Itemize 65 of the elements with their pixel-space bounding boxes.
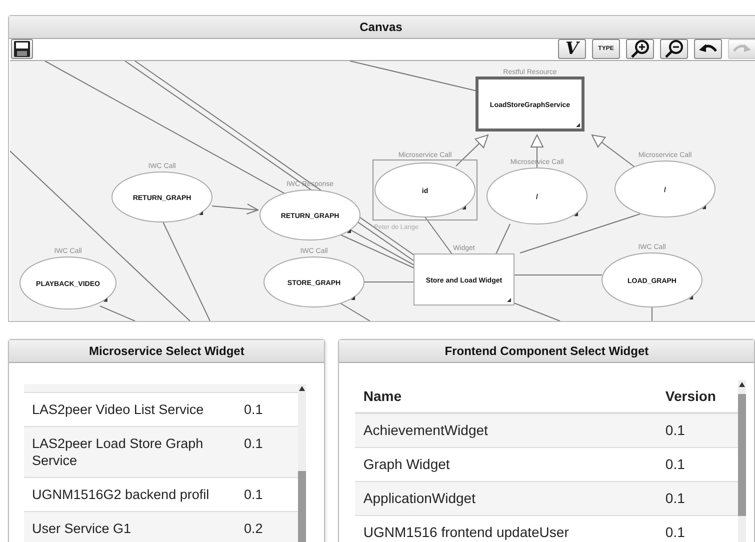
ellipse-node[interactable]	[264, 256, 364, 308]
resize-handle-icon[interactable]	[351, 296, 355, 300]
widget-node[interactable]	[414, 254, 514, 306]
ellipse-node[interactable]	[260, 190, 360, 240]
table-cell-text: LAS2peer Video List Service	[32, 401, 205, 418]
table-cell-text: AchievementWidget	[363, 422, 489, 439]
edge-line	[496, 224, 510, 254]
scroll-thumb[interactable]	[298, 471, 306, 542]
zoom-out-icon	[664, 39, 684, 59]
table-cell-text: UGNM1516G2 backend profil	[32, 486, 210, 503]
panel-title: Frontend Component Select Widget	[444, 344, 649, 358]
table-row[interactable]: User Service G1 0.2	[24, 512, 298, 542]
table-cell-text: UGNM1516 frontend updateUser	[363, 524, 570, 541]
column-header: Name	[363, 388, 403, 405]
table-row[interactable]: ApplicationWidget 0.1	[355, 482, 738, 516]
table-cell-text: LAS2peer Load Store Graph Service	[32, 435, 204, 469]
resize-handle-icon[interactable]	[103, 298, 108, 302]
resize-handle-icon[interactable]	[347, 229, 351, 233]
table-row[interactable]: UGNM1516G2 backend profil 0.1	[24, 478, 298, 512]
table-cell: 0.1	[244, 435, 263, 452]
table-row[interactable]: LAS2peer Video List Service 0.1	[24, 393, 298, 427]
table-cell: 0.2	[244, 520, 263, 537]
edge-line	[592, 134, 636, 168]
table-cell: 0.1	[244, 486, 263, 503]
edge-line	[456, 134, 488, 166]
column-header: Version	[665, 388, 716, 405]
save-button[interactable]	[11, 39, 33, 59]
resize-handle-icon[interactable]	[462, 205, 466, 210]
resource-node[interactable]	[476, 76, 584, 132]
table-cell: 0.1	[665, 456, 685, 473]
panel-title: Microservice Select Widget	[89, 344, 244, 358]
table-cell: 0.1	[665, 490, 685, 507]
ellipse-node[interactable]	[602, 252, 702, 308]
resize-handle-icon[interactable]	[574, 212, 578, 216]
table-cell-text: ApplicationWidget	[363, 490, 476, 507]
table-cell-text: Graph Widget	[363, 456, 451, 473]
ellipse-node[interactable]	[112, 172, 212, 222]
scrollbar[interactable]	[738, 380, 746, 542]
table-cell: 0.1	[665, 422, 685, 439]
zoom-out-button[interactable]	[660, 39, 688, 59]
zoom-in-icon	[630, 39, 650, 59]
table-cell: 0.1	[244, 401, 263, 418]
scrollbar[interactable]	[298, 384, 306, 542]
resize-handle-icon[interactable]	[507, 298, 511, 302]
resize-handle-icon[interactable]	[689, 295, 693, 300]
resize-handle-icon[interactable]	[199, 211, 203, 215]
scroll-up-icon[interactable]	[739, 382, 745, 387]
table-row[interactable]: AchievementWidget 0.1	[355, 414, 738, 448]
table-row[interactable]: LAS2peer Load Store Graph Service 0.1	[24, 427, 298, 478]
ellipse-node[interactable]	[486, 168, 588, 224]
ellipse-node[interactable]	[614, 160, 716, 218]
table-cell: 0.1	[665, 524, 685, 541]
resize-handle-icon[interactable]	[576, 123, 580, 127]
table-cell-text: User Service G1	[32, 520, 132, 537]
edge-line	[514, 302, 560, 321]
zoom-in-button[interactable]	[626, 39, 654, 59]
resize-handle-icon[interactable]	[702, 205, 706, 210]
edge-line	[424, 216, 452, 254]
ellipse-node[interactable]	[20, 256, 116, 310]
scroll-thumb[interactable]	[738, 394, 746, 516]
vimeo-button[interactable]: V	[558, 39, 586, 59]
panel-title: Canvas	[360, 20, 402, 34]
undo-button[interactable]	[694, 39, 722, 59]
scroll-up-icon[interactable]	[299, 386, 306, 391]
edge-line	[340, 302, 370, 321]
